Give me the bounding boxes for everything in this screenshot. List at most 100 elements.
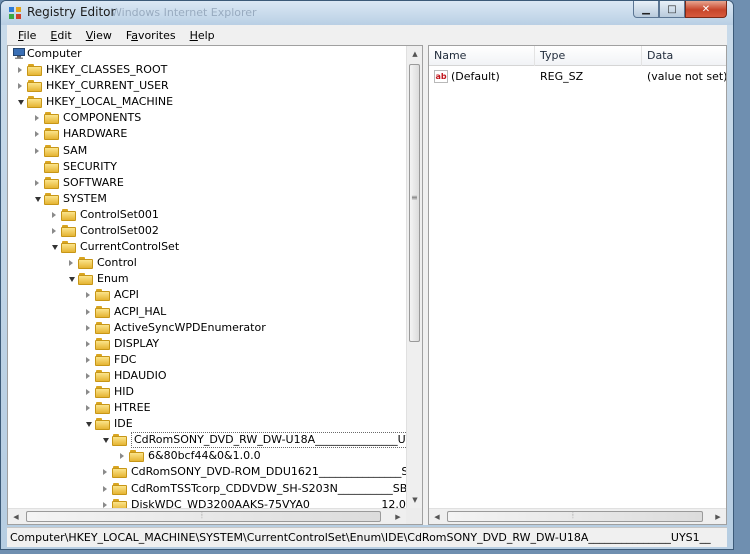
- tree-node[interactable]: CdRomSONY_DVD-ROM_DDU1621_______________…: [8, 464, 406, 480]
- collapse-arrow-icon[interactable]: [69, 277, 75, 283]
- expand-arrow-icon[interactable]: [86, 388, 90, 395]
- column-header-data[interactable]: Data: [642, 46, 726, 66]
- folder-open-icon: [61, 241, 77, 254]
- tree-node[interactable]: ControlSet001: [8, 207, 406, 223]
- tree-node[interactable]: HDAUDIO: [8, 368, 406, 384]
- key-tree[interactable]: Computer HKEY_CLASSES_ROOT HKEY_CURRENT_US…: [8, 46, 406, 508]
- tree-node[interactable]: HID: [8, 384, 406, 400]
- tree-node[interactable]: 6&80bcf44&0&1.0.0: [8, 448, 406, 464]
- minimize-button[interactable]: ▁: [633, 1, 659, 18]
- expand-arrow-icon[interactable]: [103, 469, 107, 476]
- tree-node[interactable]: IDE: [8, 416, 406, 432]
- tree-horizontal-scroll-thumb[interactable]: ⦙: [26, 511, 381, 522]
- expand-arrow-icon[interactable]: [18, 67, 22, 74]
- caption-buttons: ▁ □ ✕: [633, 1, 727, 18]
- tree-node-label: SOFTWARE: [63, 175, 124, 189]
- tree-node[interactable]: HKEY_CLASSES_ROOT: [8, 62, 406, 78]
- tree-node[interactable]: ACPI_HAL: [8, 304, 406, 320]
- scroll-left-arrow-icon[interactable]: ◀: [429, 509, 445, 524]
- folder-icon: [95, 305, 111, 318]
- menu-file[interactable]: File: [11, 29, 43, 42]
- value-row[interactable]: ab (Default) REG_SZ (value not set): [429, 68, 726, 85]
- tree-node-label: HKEY_CURRENT_USER: [46, 79, 169, 93]
- expand-arrow-icon[interactable]: [52, 228, 56, 235]
- maximize-button[interactable]: □: [659, 1, 685, 18]
- expand-arrow-icon[interactable]: [35, 147, 39, 154]
- tree-node[interactable]: CdRomSONY_DVD_RW_DW-U18A_______________U…: [8, 432, 406, 449]
- scroll-down-arrow-icon[interactable]: ▼: [407, 492, 422, 508]
- collapse-arrow-icon[interactable]: [86, 422, 92, 428]
- expand-arrow-icon[interactable]: [120, 453, 124, 460]
- menu-edit[interactable]: Edit: [43, 29, 78, 42]
- expand-arrow-icon[interactable]: [86, 372, 90, 379]
- folder-icon: [44, 128, 60, 141]
- expand-arrow-icon[interactable]: [52, 211, 56, 218]
- scroll-right-arrow-icon[interactable]: ▶: [710, 509, 726, 524]
- collapse-arrow-icon[interactable]: [103, 438, 109, 444]
- value-type: REG_SZ: [540, 70, 584, 83]
- title-bar[interactable]: Registry Editor Windows Internet Explore…: [1, 1, 733, 25]
- expand-arrow-icon[interactable]: [86, 308, 90, 315]
- scroll-up-arrow-icon[interactable]: ▲: [407, 46, 422, 62]
- tree-horizontal-scrollbar[interactable]: ◀ ⦙ ▶: [8, 508, 406, 524]
- tree-node-label: IDE: [114, 417, 133, 431]
- tree-node[interactable]: SECURITY: [8, 159, 406, 175]
- tree-vertical-scrollbar[interactable]: ▲ ≡ ▼: [406, 46, 422, 508]
- folder-icon: [44, 144, 60, 157]
- tree-node[interactable]: HKEY_LOCAL_MACHINE: [8, 94, 406, 110]
- expand-arrow-icon[interactable]: [103, 485, 107, 492]
- tree-node[interactable]: ActiveSyncWPDEnumerator: [8, 320, 406, 336]
- string-value-icon: ab: [434, 70, 448, 83]
- tree-node[interactable]: Computer: [8, 46, 406, 62]
- tree-vertical-scroll-thumb[interactable]: ≡: [409, 64, 420, 342]
- tree-node[interactable]: ControlSet002: [8, 223, 406, 239]
- expand-arrow-icon[interactable]: [35, 115, 39, 122]
- expand-arrow-icon[interactable]: [35, 131, 39, 138]
- column-header-type[interactable]: Type: [535, 46, 642, 66]
- tree-node[interactable]: DISPLAY: [8, 336, 406, 352]
- tree-node[interactable]: CurrentControlSet: [8, 239, 406, 255]
- list-horizontal-scrollbar[interactable]: ◀ ⦙ ▶: [429, 508, 726, 524]
- key-tree-pane[interactable]: Computer HKEY_CLASSES_ROOT HKEY_CURRENT_US…: [7, 45, 423, 525]
- tree-node[interactable]: SYSTEM: [8, 191, 406, 207]
- list-horizontal-scroll-thumb[interactable]: ⦙: [447, 511, 703, 522]
- tree-node[interactable]: Control: [8, 255, 406, 271]
- expand-arrow-icon[interactable]: [86, 324, 90, 331]
- column-header-name[interactable]: Name: [429, 46, 535, 66]
- tree-node[interactable]: FDC: [8, 352, 406, 368]
- scroll-right-arrow-icon[interactable]: ▶: [390, 509, 406, 524]
- expand-arrow-icon[interactable]: [18, 83, 22, 90]
- grip-icon: ⦙: [572, 511, 574, 520]
- expand-arrow-icon[interactable]: [86, 340, 90, 347]
- collapse-arrow-icon[interactable]: [18, 100, 24, 106]
- tree-node[interactable]: DiskWDC_WD3200AAKS-75VYA0_____________12…: [8, 497, 406, 508]
- close-button[interactable]: ✕: [685, 1, 727, 18]
- value-list-pane[interactable]: Name Type Data ab (Default) REG_SZ (valu…: [428, 45, 727, 525]
- collapse-arrow-icon[interactable]: [35, 196, 41, 202]
- tree-node[interactable]: HARDWARE: [8, 126, 406, 142]
- expand-arrow-icon[interactable]: [86, 292, 90, 299]
- tree-node[interactable]: CdRomTSSTcorp_CDDVDW_SH-S203N__________S…: [8, 481, 406, 497]
- tree-node[interactable]: Enum: [8, 271, 406, 287]
- tree-node[interactable]: SAM: [8, 143, 406, 159]
- tree-node-label: COMPONENTS: [63, 111, 142, 125]
- expand-arrow-icon[interactable]: [69, 260, 73, 267]
- expand-arrow-icon[interactable]: [103, 501, 107, 508]
- menu-favorites[interactable]: Favorites: [119, 29, 183, 42]
- expand-arrow-icon[interactable]: [86, 405, 90, 412]
- tree-node[interactable]: HTREE: [8, 400, 406, 416]
- collapse-arrow-icon[interactable]: [52, 245, 58, 251]
- scroll-left-arrow-icon[interactable]: ◀: [8, 509, 24, 524]
- expand-arrow-icon[interactable]: [86, 356, 90, 363]
- folder-icon: [27, 80, 43, 93]
- tree-node[interactable]: COMPONENTS: [8, 110, 406, 126]
- folder-icon: [95, 353, 111, 366]
- menu-view[interactable]: View: [79, 29, 119, 42]
- window-title: Registry Editor: [27, 5, 116, 19]
- folder-icon: [95, 321, 111, 334]
- tree-node[interactable]: ACPI: [8, 287, 406, 303]
- tree-node[interactable]: HKEY_CURRENT_USER: [8, 78, 406, 94]
- expand-arrow-icon[interactable]: [35, 179, 39, 186]
- menu-help[interactable]: Help: [183, 29, 222, 42]
- tree-node[interactable]: SOFTWARE: [8, 175, 406, 191]
